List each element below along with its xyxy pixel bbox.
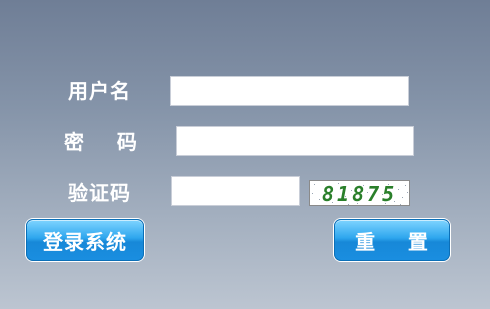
captcha-input[interactable]: [171, 176, 300, 206]
captcha-image[interactable]: 81875: [309, 180, 410, 206]
username-label: 用户名: [68, 79, 131, 103]
reset-button[interactable]: 重 置: [334, 219, 450, 261]
captcha-code: 81875: [322, 182, 398, 206]
username-input[interactable]: [170, 76, 409, 106]
password-input[interactable]: [176, 126, 414, 156]
password-label: 密 码: [64, 130, 138, 154]
login-button[interactable]: 登录系统: [26, 219, 144, 261]
captcha-label: 验证码: [68, 181, 131, 205]
